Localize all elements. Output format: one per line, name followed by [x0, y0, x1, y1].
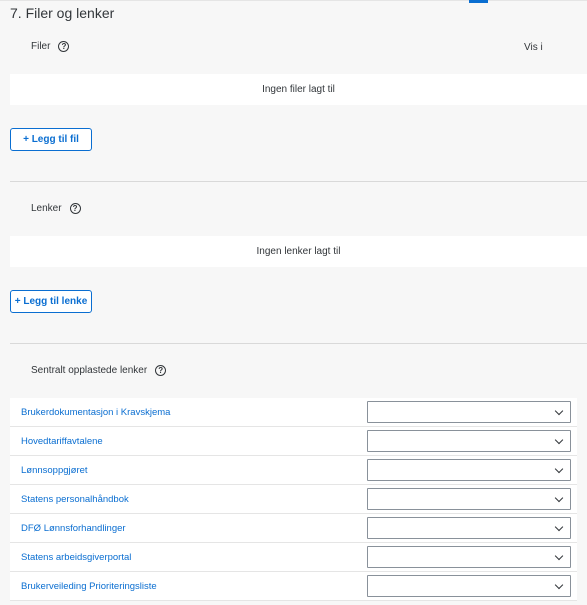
central-links-table: Brukerdokumentasjon i Kravskjema Hovedta…	[10, 398, 577, 601]
table-row: Lønnsoppgjøret	[10, 456, 577, 485]
table-row: Brukerveileding Prioriteringsliste	[10, 572, 577, 601]
help-icon[interactable]: ?	[58, 41, 70, 52]
table-row: Statens personalhåndbok	[10, 485, 577, 514]
chevron-down-icon	[554, 406, 564, 416]
chevron-down-icon	[554, 551, 564, 561]
central-links-label: Sentralt opplastede lenker	[31, 365, 148, 376]
files-header: Filer ?	[31, 41, 70, 52]
central-links-header: Sentralt opplastede lenker ?	[31, 365, 167, 376]
table-row: Statens arbeidsgiverportal	[10, 543, 577, 572]
links-header: Lenker ?	[31, 203, 81, 214]
central-link[interactable]: Brukerveileding Prioriteringsliste	[21, 581, 157, 592]
chevron-down-icon	[554, 493, 564, 503]
section-divider	[10, 343, 587, 344]
central-link[interactable]: Lønnsoppgjøret	[21, 465, 88, 476]
chevron-down-icon	[554, 464, 564, 474]
show-in-select[interactable]	[367, 430, 571, 452]
files-empty-state: Ingen filer lagt til	[10, 74, 587, 105]
table-row: Brukerdokumentasjon i Kravskjema	[10, 398, 577, 427]
links-empty-state: Ingen lenker lagt til	[10, 236, 587, 267]
help-icon[interactable]: ?	[155, 365, 167, 376]
show-in-select[interactable]	[367, 488, 571, 510]
show-in-select[interactable]	[367, 575, 571, 597]
add-link-button[interactable]: + Legg til lenke	[10, 290, 92, 313]
central-link[interactable]: Statens personalhåndbok	[21, 494, 129, 505]
section-title: 7. Filer og lenker	[10, 5, 115, 21]
chevron-down-icon	[554, 580, 564, 590]
table-row: DFØ Lønnsforhandlinger	[10, 514, 577, 543]
central-link[interactable]: DFØ Lønnsforhandlinger	[21, 523, 126, 534]
files-empty-text: Ingen filer lagt til	[262, 84, 335, 95]
chevron-down-icon	[554, 435, 564, 445]
files-label: Filer	[31, 41, 51, 52]
show-in-select[interactable]	[367, 401, 571, 423]
add-file-button[interactable]: + Legg til fil	[10, 128, 92, 151]
table-row: Hovedtariffavtalene	[10, 427, 577, 456]
chevron-down-icon	[554, 522, 564, 532]
top-border	[0, 0, 587, 1]
show-in-select[interactable]	[367, 517, 571, 539]
show-in-select[interactable]	[367, 546, 571, 568]
central-link[interactable]: Brukerdokumentasjon i Kravskjema	[21, 407, 170, 418]
links-label: Lenker	[31, 203, 62, 214]
central-link[interactable]: Statens arbeidsgiverportal	[21, 552, 131, 563]
section-divider	[10, 181, 587, 182]
central-link[interactable]: Hovedtariffavtalene	[21, 436, 103, 447]
links-empty-text: Ingen lenker lagt til	[256, 246, 341, 257]
show-in-column-label: Vis i	[524, 42, 543, 53]
active-tab-indicator	[469, 0, 488, 3]
show-in-select[interactable]	[367, 459, 571, 481]
help-icon[interactable]: ?	[69, 203, 81, 214]
